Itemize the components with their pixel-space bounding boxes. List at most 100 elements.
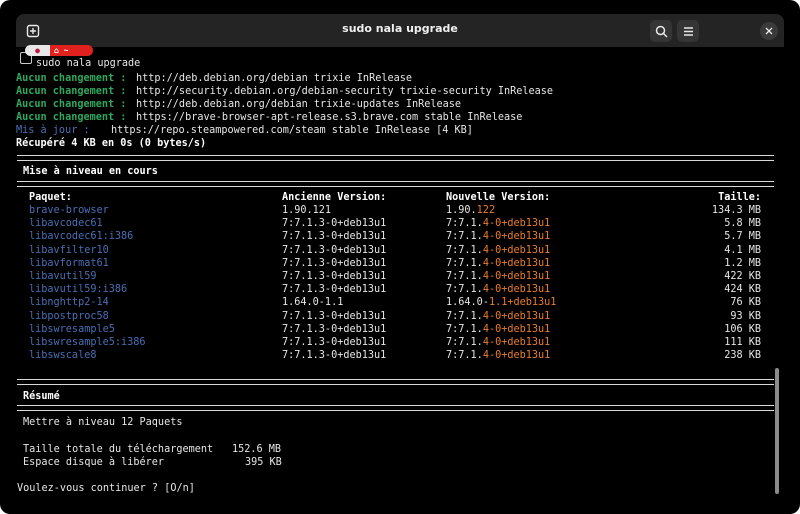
menu-button[interactable]	[677, 20, 699, 42]
close-icon	[765, 27, 773, 35]
package-name: libswscale8	[29, 350, 97, 362]
terminal-output[interactable]: ● ⌂ ~ sudo nala upgrade Aucun changement…	[16, 45, 784, 497]
package-name: libavcodec61:i386	[29, 231, 134, 243]
repo-url: https://brave-browser-apt-release.s3.bra…	[136, 112, 523, 123]
package-name: libpostproc58	[29, 310, 109, 322]
new-version: 7:7.1.4-0+deb13u1	[446, 283, 550, 296]
no-change-label: Aucun changement :	[16, 86, 127, 97]
package-name: brave-browser	[29, 205, 109, 216]
close-button[interactable]	[760, 22, 778, 40]
package-size: 5.7 MB	[724, 231, 761, 243]
upgrade-section-title: Mise à niveau en cours	[23, 166, 158, 177]
search-icon	[655, 25, 668, 38]
old-version: 7:7.1.3-0+deb13u1	[282, 310, 387, 322]
new-version-common: 7:7.1.	[446, 257, 483, 269]
new-version-common: 7:7.1.	[446, 231, 483, 243]
new-version: 7:7.1.4-0+deb13u1	[446, 310, 550, 323]
new-version-changed: 4-0+deb13u1	[482, 271, 551, 282]
new-version-common: 7:7.1.	[446, 323, 483, 335]
old-version: 7:7.1.3-0+deb13u1	[282, 350, 387, 362]
package-size: 134.3 MB	[711, 205, 761, 216]
new-version-common: 7:7.1.	[446, 310, 483, 322]
package-size: 238 KB	[724, 350, 761, 362]
distro-badge: ●	[25, 45, 50, 56]
prompt-line: ● ⌂ ~ sudo nala upgrade	[16, 45, 776, 69]
package-size: 111 KB	[724, 337, 761, 348]
no-change-label: Aucun changement :	[16, 99, 127, 110]
new-version: 7:7.1.4-0+deb13u1	[446, 217, 550, 230]
new-version: 1.64.0-1.1+deb13u1	[446, 296, 556, 309]
new-version-common: 1.90.	[446, 205, 477, 216]
header-package: Paquet:	[29, 192, 72, 203]
package-name: libavutil59	[29, 271, 97, 282]
new-version-changed: 4-0+deb13u1	[482, 337, 551, 348]
section-divider	[17, 155, 774, 161]
terminal-window: sudo nala upgrade ● ⌂ ~ sudo nala upgrad…	[0, 0, 800, 514]
package-name: libswresample5	[29, 323, 115, 335]
old-version: 7:7.1.3-0+deb13u1	[282, 323, 387, 335]
search-button[interactable]	[650, 20, 672, 42]
package-name: libswresample5:i386	[29, 337, 146, 348]
new-version-common: 7:7.1.	[446, 350, 483, 362]
section-divider	[17, 405, 774, 411]
new-version-changed: 122	[476, 205, 496, 216]
section-divider	[17, 379, 774, 385]
new-version: 7:7.1.4-0+deb13u1	[446, 349, 550, 362]
new-version-common: 7:7.1.	[446, 244, 483, 256]
package-name: libavformat61	[29, 257, 109, 269]
fetch-line: Aucun changement : http://deb.debian.org/…	[16, 72, 412, 85]
summary-upgrade-line: Mettre à niveau 12 Paquets	[23, 417, 183, 428]
prompt-badge: ● ⌂ ~	[25, 45, 93, 56]
new-version-changed: 4-0+deb13u1	[482, 231, 551, 243]
repo-url: https://repo.steampowered.com/steam stab…	[111, 125, 473, 136]
package-size: 106 KB	[724, 323, 761, 335]
no-change-label: Aucun changement :	[16, 112, 127, 123]
old-version: 1.90.121	[282, 205, 332, 216]
fetch-line: Aucun changement : http://security.debian…	[16, 85, 553, 98]
old-version: 7:7.1.3-0+deb13u1	[282, 231, 387, 243]
package-name: libavfilter10	[29, 244, 109, 256]
package-size: 93 KB	[730, 310, 761, 322]
new-version: 7:7.1.4-0+deb13u1	[446, 244, 550, 257]
new-version: 7:7.1.4-0+deb13u1	[446, 323, 550, 336]
section-divider	[17, 181, 774, 187]
confirm-prompt[interactable]: Voulez-vous continuer ? [O/n]	[17, 482, 195, 495]
new-version: 7:7.1.4-0+deb13u1	[446, 257, 550, 270]
old-version: 1.64.0-1.1	[282, 297, 344, 309]
fetch-line: Aucun changement : http://deb.debian.org/…	[16, 98, 461, 111]
new-version-changed: 4-0+deb13u1	[482, 323, 551, 335]
disk-space-label: Espace disque à libérer	[23, 457, 165, 468]
new-version-common: 7:7.1.	[446, 218, 483, 230]
repo-url: http://security.debian.org/debian-securi…	[136, 86, 554, 97]
new-version: 7:7.1.4-0+deb13u1	[446, 230, 550, 243]
package-size: 76 KB	[730, 297, 761, 309]
summary-title: Résumé	[23, 391, 60, 402]
disk-space-value: 395 KB	[245, 457, 282, 468]
package-size: 4.1 MB	[724, 244, 761, 256]
fetch-line: Aucun changement : https://brave-browser-…	[16, 111, 522, 124]
package-size: 1.2 MB	[724, 257, 761, 269]
repo-url: http://deb.debian.org/debian trixie-upda…	[136, 99, 462, 110]
download-size-value: 152.6 MB	[232, 444, 282, 455]
new-version-common: 1.64.0-	[446, 297, 489, 309]
package-name: libavcodec61	[29, 218, 103, 230]
scrollbar-thumb[interactable]	[775, 368, 779, 494]
title-bar: sudo nala upgrade	[16, 14, 784, 47]
package-size: 5.8 MB	[724, 218, 761, 230]
fetch-line: Mis à jour : https://repo.steampowered.co…	[16, 124, 473, 137]
hamburger-icon	[683, 26, 693, 36]
command-text: sudo nala upgrade	[36, 58, 141, 69]
new-version-common: 7:7.1.	[446, 271, 483, 282]
package-size: 422 KB	[724, 271, 761, 282]
old-version: 7:7.1.3-0+deb13u1	[282, 271, 387, 282]
no-change-label: Aucun changement :	[16, 73, 127, 84]
fetched-summary: Récupéré 4 KB en 0s (0 bytes/s)	[16, 138, 207, 149]
header-old-version: Ancienne Version:	[282, 192, 387, 203]
package-name: libavutil59:i386	[29, 284, 128, 296]
new-version-common: 7:7.1.	[446, 337, 483, 348]
old-version: 7:7.1.3-0+deb13u1	[282, 257, 387, 269]
new-version: 1.90.122	[446, 204, 495, 217]
new-version-changed: 4-0+deb13u1	[482, 244, 551, 256]
updated-label: Mis à jour :	[16, 125, 90, 136]
package-size: 424 KB	[724, 284, 761, 296]
